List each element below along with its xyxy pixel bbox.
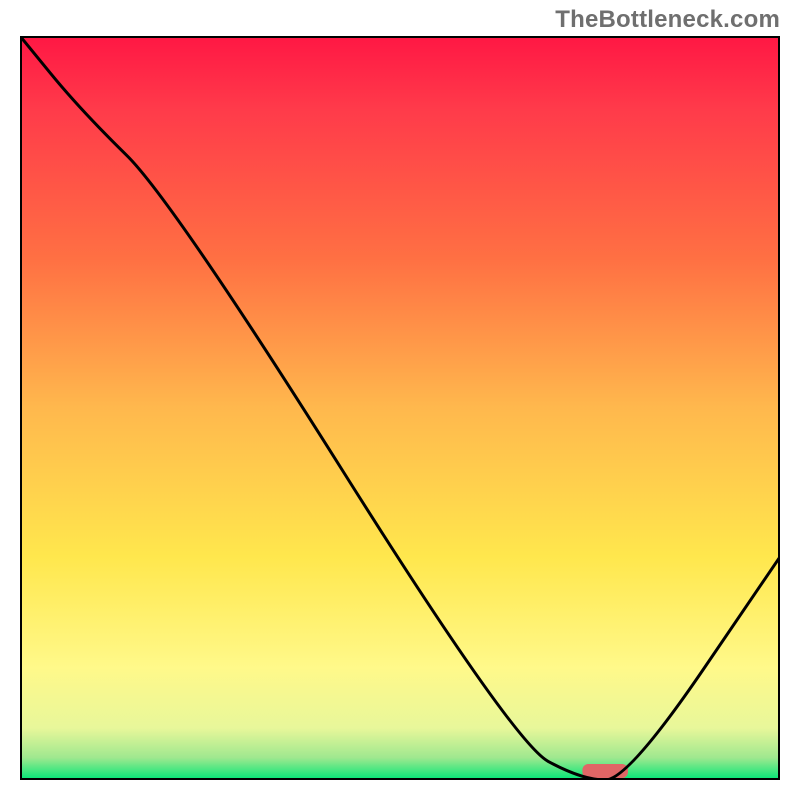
chart-svg [20,36,780,780]
gradient-background [20,36,780,780]
chart-frame: TheBottleneck.com [0,0,800,800]
chart-plot [20,36,780,780]
watermark-text: TheBottleneck.com [555,6,780,34]
